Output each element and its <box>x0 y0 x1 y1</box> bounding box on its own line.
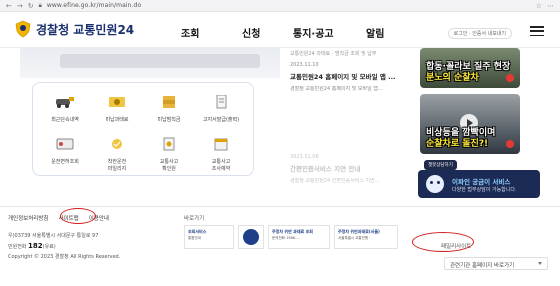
shortcut-banner[interactable]: 주정차 위반과태료(서울) 서울특별시 교통민원 <box>334 225 398 249</box>
forward-icon[interactable]: → <box>17 2 23 10</box>
money-stack-icon <box>163 96 175 108</box>
news-item[interactable]: 2023.11.08 간편인증서비스 지연 안내 경찰청 교통민원24 간편인증… <box>290 154 408 185</box>
privacy-policy-link[interactable]: 개인정보처리방침 <box>8 214 48 222</box>
news-desc: 경찰청 교통민원24 간편인증서비스 지연... <box>290 178 380 184</box>
mileage-icon <box>112 139 122 149</box>
nav-item-notice[interactable]: 통지·공고 <box>293 25 334 40</box>
chatbot-banner[interactable]: 이파인 궁금이 서비스 다양한 법무상담이 가능합니다. <box>418 170 540 198</box>
shortcut-banners: 조회서비스 통합안내 주정차 위반 과태료 조회 문의전화 1588-... 주… <box>184 225 398 249</box>
news-date: 2023.11.08 <box>290 154 319 160</box>
annotation-circle-family-site <box>412 232 474 252</box>
address-bar[interactable]: www.efine.go.kr/main/main.do <box>47 2 141 9</box>
shortcut-banner[interactable]: 조회서비스 통합안내 <box>184 225 234 249</box>
shortcut-banner[interactable]: 주정차 위반 과태료 조회 문의전화 1588-... <box>268 225 330 249</box>
hero-banner <box>20 48 280 78</box>
document-icon <box>216 94 227 109</box>
news-title: 교통민원24 홈페이지 및 모바일 앱 ... <box>290 73 396 81</box>
service-accident-reservation[interactable]: 교통사고 조사예약 <box>197 137 245 173</box>
service-accident-cert[interactable]: 교통사고 확인원 <box>145 137 193 173</box>
accident-doc-icon <box>163 137 175 151</box>
more-icon[interactable]: ⋯ <box>547 2 554 10</box>
video-caption: 비상등을 깜빡이며 순찰차로 돌진?! <box>426 128 496 149</box>
chatbot-tooltip: 챗봇상담하기 <box>424 160 457 170</box>
calendar-icon <box>214 138 228 151</box>
news-desc: 경찰청 교통민원24 홈페이지 및 모바일 앱... <box>290 86 383 92</box>
police-emblem-icon <box>15 20 31 38</box>
seal-icon <box>243 229 259 245</box>
nav-item-inquiry[interactable]: 조회 <box>181 25 199 40</box>
hamburger-menu-icon[interactable] <box>530 26 544 36</box>
video-caption: 합동·꼴라보 질주 현장 분노의 순찰차 <box>426 62 511 83</box>
news-title: 간편인증서비스 지연 안내 <box>290 165 361 173</box>
car-camera-icon <box>56 97 74 108</box>
lock-icon[interactable]: 🔒︎ <box>39 2 42 10</box>
service-unpaid-penalty[interactable]: 미납범칙금 <box>145 95 193 124</box>
chatbot-title: 이파인 궁금이 서비스 <box>452 178 511 186</box>
robot-icon <box>426 175 444 193</box>
service-license-check[interactable]: 운전면허조회 <box>41 137 89 166</box>
siren-icon <box>506 140 514 148</box>
license-card-icon <box>56 138 74 150</box>
browser-toolbar: ← → ↻ 🔒︎ www.efine.go.kr/main/main.do ☆ … <box>0 0 560 12</box>
service-mileage[interactable]: 착한운전 마일리지 <box>93 137 141 173</box>
chatbot-subtitle: 다양한 법무상담이 가능합니다. <box>452 187 517 193</box>
service-bill-print[interactable]: 고지서발급(출력) <box>197 94 245 124</box>
money-icon <box>109 97 125 107</box>
service-recent-violation[interactable]: 최근단속내역 <box>41 95 89 124</box>
footer-phone: 민원전화 182(유료) <box>8 242 56 250</box>
video-thumbnail[interactable]: 비상등을 깜빡이며 순찰차로 돌진?! <box>420 94 520 154</box>
util-links: 로그인 · 인증서 내보내기 <box>447 28 512 39</box>
reload-icon[interactable]: ↻ <box>28 2 34 10</box>
site-header: 경찰청 교통민원24 조회 신청 통지·공고 알림 로그인 · 인증서 내보내기 <box>0 12 560 48</box>
back-icon[interactable]: ← <box>6 2 12 10</box>
service-unpaid-fine[interactable]: 미납과태료 <box>93 95 141 124</box>
related-sites-select[interactable]: 관련기관 홈페이지 바로가기 <box>444 257 548 270</box>
star-icon[interactable]: ☆ <box>536 2 542 10</box>
footer-address: 우)03739 서울특별시 서대문구 통일로 97 민원전화 182(유료) C… <box>8 233 121 260</box>
shortcut-title: 바로가기 <box>184 216 205 222</box>
annotation-circle-sitemap <box>60 208 96 224</box>
news-item[interactable]: 2023.11.10 교통민원24 홈페이지 및 모바일 앱 ... 경찰청 교… <box>290 62 408 93</box>
site-logo[interactable]: 경찰청 교통민원24 <box>14 20 134 38</box>
logo-text: 경찰청 교통민원24 <box>36 22 135 37</box>
nav-item-news[interactable]: 알림 <box>366 25 384 40</box>
video-thumbnail[interactable]: 합동·꼴라보 질주 현장 분노의 순찰차 <box>420 48 520 88</box>
service-card: 최근단속내역 미납과태료 미납범칙금 고지서발급(출력) 운전면허조회 착한운전… <box>32 82 254 176</box>
shortcut-banner[interactable] <box>238 225 264 249</box>
license-plate-graphic <box>60 54 260 68</box>
siren-icon <box>506 74 514 82</box>
nav-item-apply[interactable]: 신청 <box>242 25 260 40</box>
login-button[interactable]: 로그인 · 인증서 내보내기 <box>447 28 512 39</box>
news-date: 2023.11.10 <box>290 62 319 68</box>
news-snippet: 교통민원24 과태료 · 범칙금 조회 및 납부 <box>290 51 377 57</box>
